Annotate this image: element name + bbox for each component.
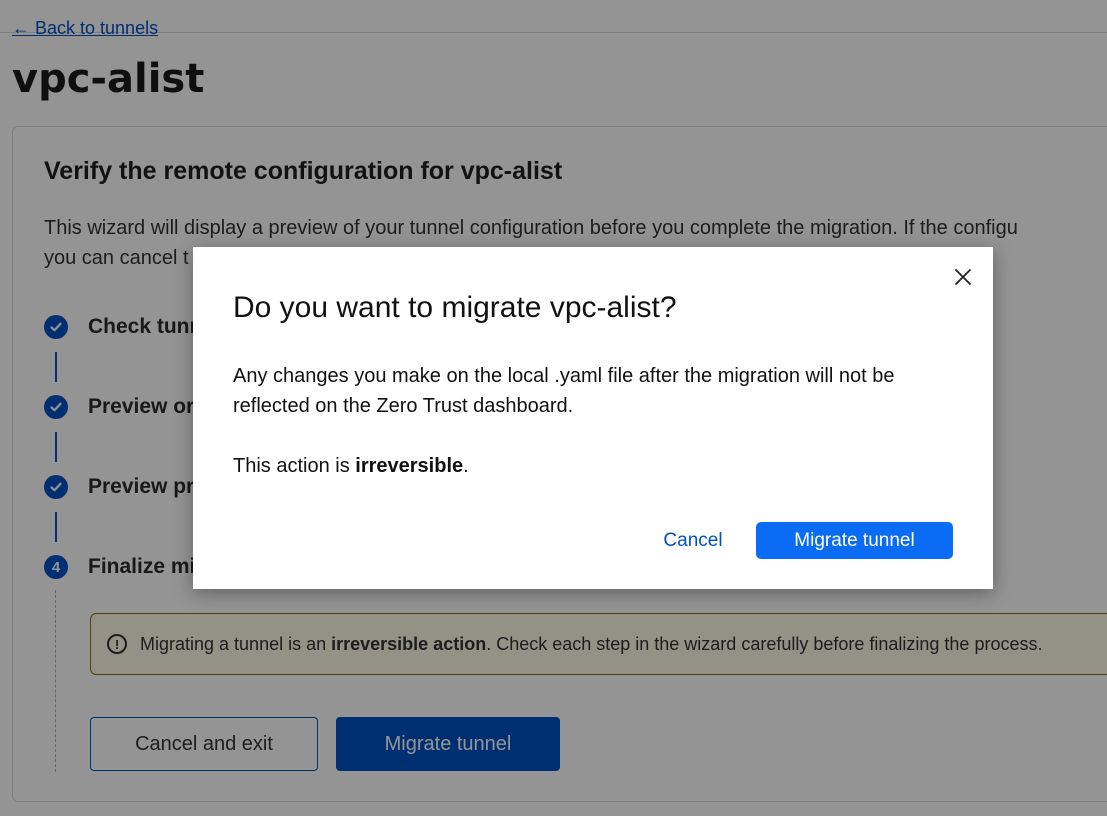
note-text: This action is: [233, 455, 356, 477]
close-icon[interactable]: [951, 265, 975, 289]
migrate-confirm-dialog: Do you want to migrate vpc-alist? Any ch…: [193, 247, 993, 589]
dialog-cancel-button[interactable]: Cancel: [653, 525, 733, 557]
note-text: .: [463, 455, 469, 477]
dialog-title: Do you want to migrate vpc-alist?: [233, 291, 677, 324]
dialog-irreversible-note: This action is irreversible.: [233, 451, 469, 481]
dialog-body: Any changes you make on the local .yaml …: [233, 365, 895, 417]
dialog-migrate-tunnel-button[interactable]: Migrate tunnel: [756, 522, 953, 559]
note-bold: irreversible: [355, 455, 464, 477]
tunnel-migration-page: ← Back to tunnels vpc-alist Verify the r…: [0, 0, 1107, 816]
